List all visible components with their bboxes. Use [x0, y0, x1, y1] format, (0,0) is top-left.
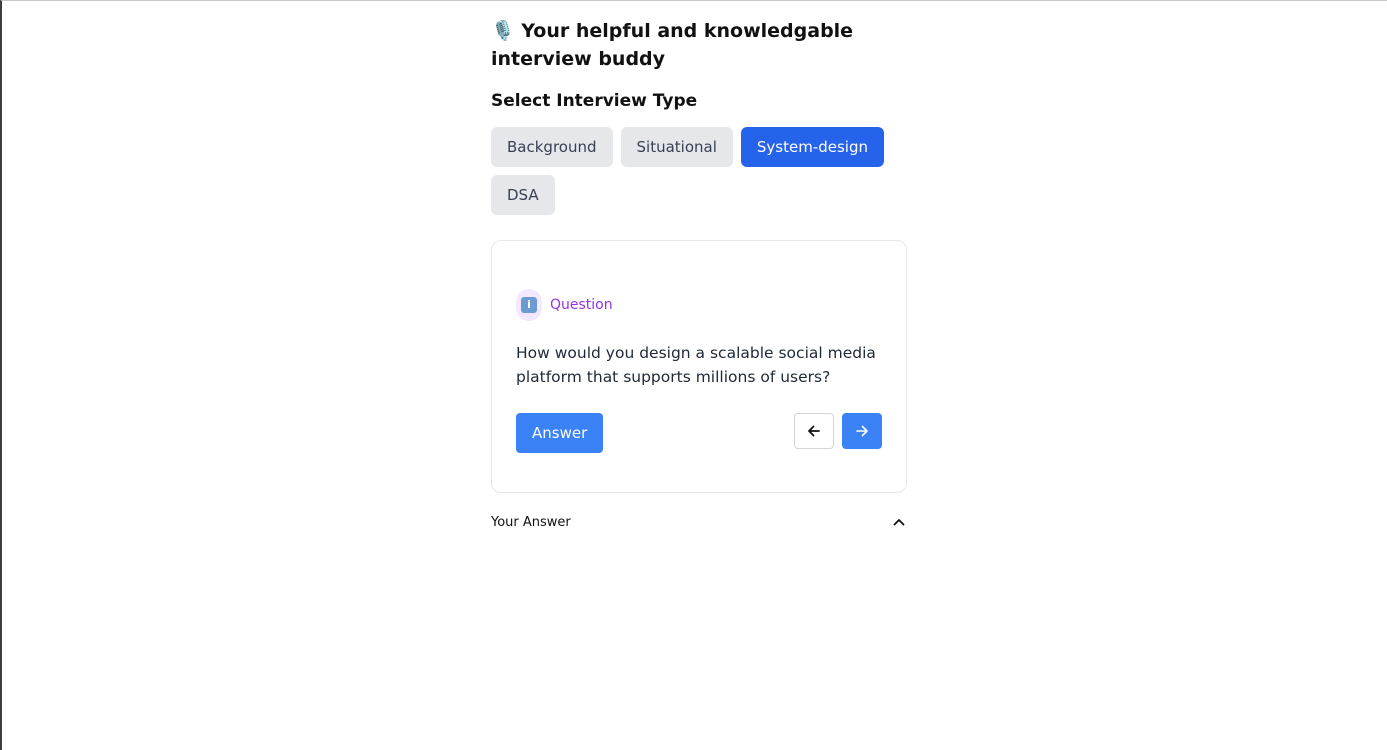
your-answer-label: Your Answer [491, 514, 571, 530]
info-icon: i [521, 297, 537, 313]
arrow-left-icon [808, 425, 820, 437]
type-button-situational[interactable]: Situational [620, 127, 733, 167]
main-container: 🎙️ Your helpful and knowledgable intervi… [491, 17, 907, 532]
question-text: How would you design a scalable social m… [516, 344, 876, 386]
arrow-right-icon [856, 425, 868, 437]
question-label: Question [550, 297, 613, 313]
question-navigation [794, 413, 882, 449]
interview-type-heading: Select Interview Type [491, 91, 698, 111]
answer-button[interactable]: Answer [516, 413, 604, 453]
browser-viewport: 🎙️ Your helpful and knowledgable intervi… [0, 0, 1387, 750]
chevron-up-icon [891, 514, 907, 530]
type-button-system-design[interactable]: System-design [740, 127, 884, 167]
question-icon-badge: i [516, 289, 542, 321]
type-button-background[interactable]: Background [491, 127, 613, 167]
microphone-icon: 🎙️ [491, 20, 515, 42]
page-title-text: Your helpful and knowledgable interview … [491, 20, 854, 70]
question-card: i Question How would you design a scalab… [491, 240, 907, 493]
interview-type-selector: Background Situational System-design DSA [491, 127, 907, 215]
previous-question-button[interactable] [794, 413, 834, 449]
next-question-button[interactable] [842, 413, 882, 449]
page-title: 🎙️ Your helpful and knowledgable intervi… [491, 17, 907, 73]
your-answer-toggle[interactable]: Your Answer [491, 512, 907, 532]
question-actions: Answer [516, 413, 882, 453]
question-header: i Question [516, 289, 882, 321]
type-button-dsa[interactable]: DSA [491, 175, 555, 215]
